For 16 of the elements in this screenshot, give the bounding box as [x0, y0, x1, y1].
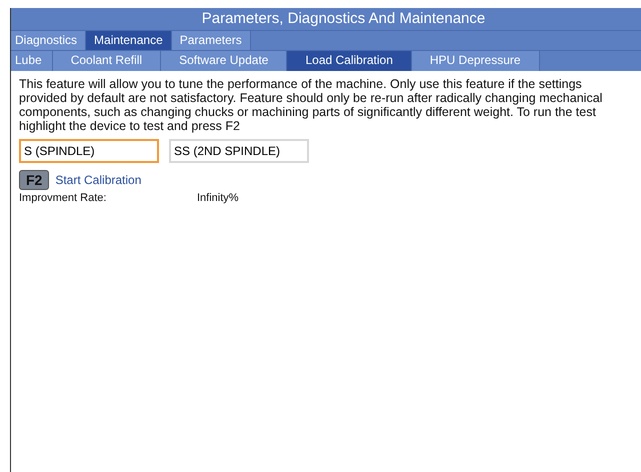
result-label: Improvment Rate:: [19, 192, 108, 204]
tab[interactable]: Diagnostics: [11, 31, 86, 50]
tab[interactable]: Software Update: [161, 51, 288, 71]
tab[interactable]: Load Calibration: [287, 51, 412, 71]
start-calibration-link[interactable]: Start Calibration: [55, 173, 142, 187]
window-title: Parameters, Diagnostics And Maintenance: [11, 8, 641, 30]
tab[interactable]: HPU Depressure: [412, 51, 540, 71]
tab[interactable]: Maintenance: [86, 31, 172, 50]
device-option[interactable]: SS (2ND SPINDLE): [169, 139, 309, 163]
tab[interactable]: Parameters: [172, 31, 251, 50]
result-value: Infinity%: [197, 192, 239, 204]
f2-key[interactable]: F2: [19, 170, 50, 190]
tab[interactable]: Coolant Refill: [52, 51, 162, 71]
tab[interactable]: Lube: [11, 51, 53, 71]
description-text: This feature will allow you to tune the performance of the machine. Only use this feature if the settings provided by default are not satisfactory. Feature should only be re-run after radically changing mechanical components, such as changing chucks or machining parts of significantly different weight. To run the test highlight the device to test and press F2: [19, 77, 604, 133]
device-option[interactable]: S (SPINDLE): [19, 139, 159, 163]
